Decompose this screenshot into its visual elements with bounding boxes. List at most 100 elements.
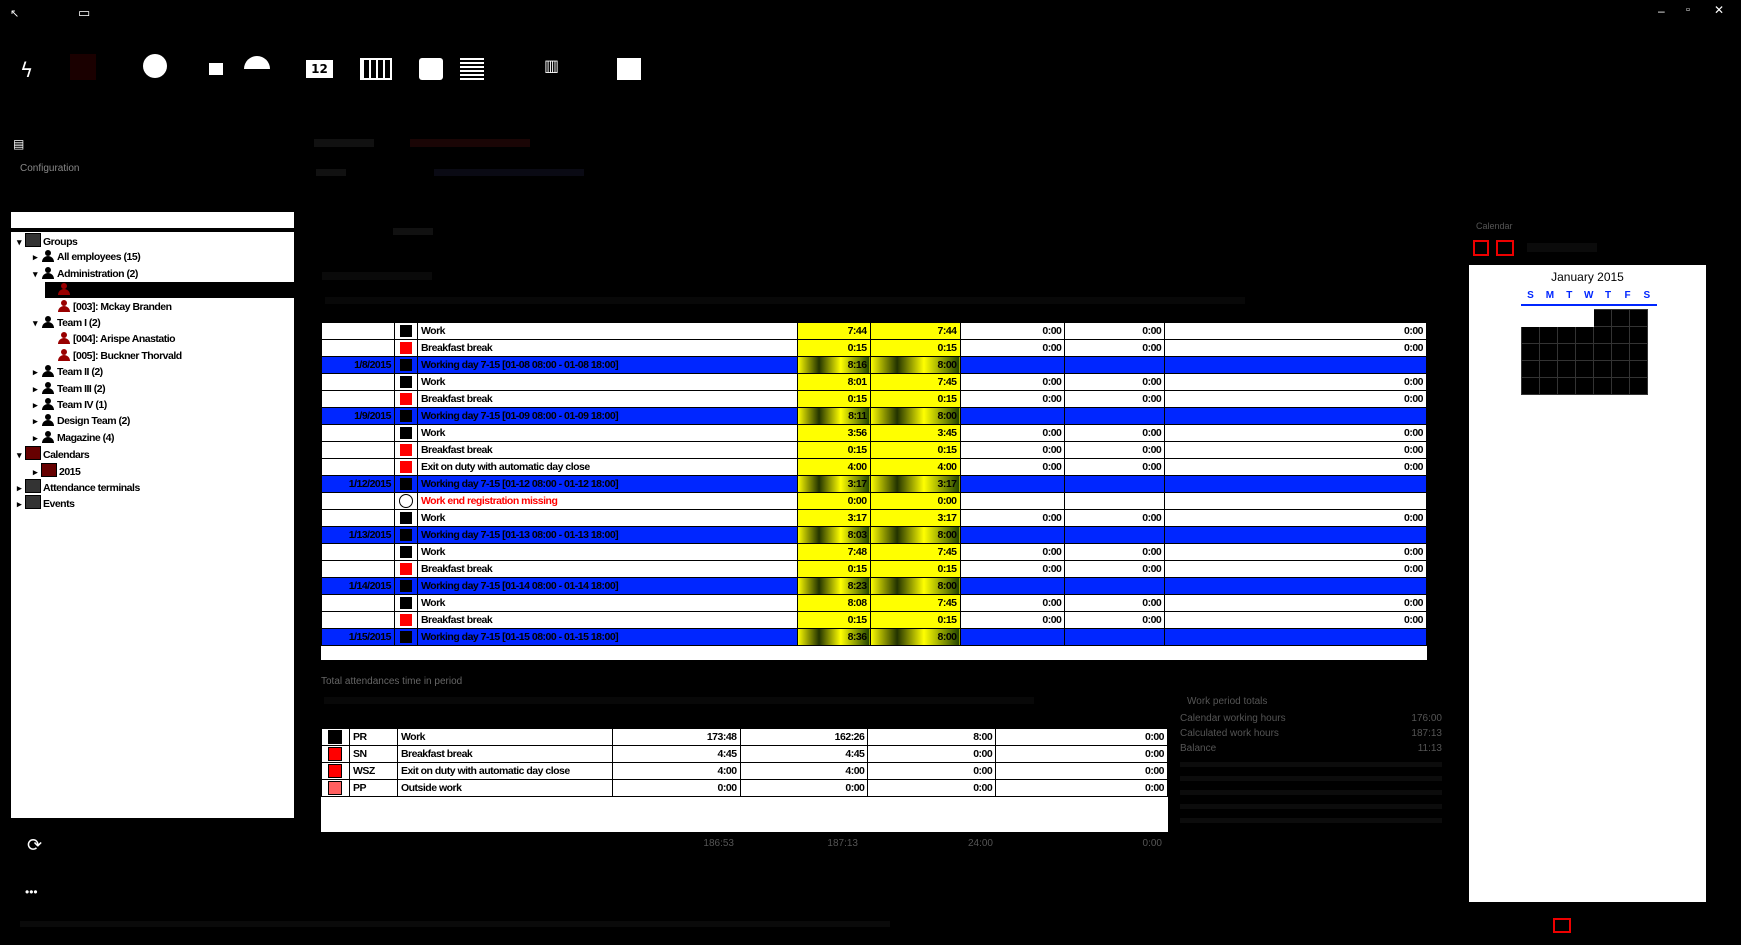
day-row[interactable]: 1/8/2015 Working day 7-15 [01-08 08:00 - …	[321, 356, 1427, 374]
tree-item[interactable]: ▸ Attendance terminals	[13, 479, 140, 495]
calendar-day-icon[interactable]	[209, 63, 223, 75]
tree-item[interactable]: ▸ Team II (2)	[29, 364, 103, 380]
calendar-day-cell[interactable]	[1521, 343, 1540, 361]
calendar-day-cell[interactable]	[1557, 326, 1576, 344]
tree-expander-icon[interactable]: ▾	[29, 266, 41, 282]
tree-expander-icon[interactable]: ▸	[29, 381, 41, 397]
tree-item[interactable]: [003]: Mckay Branden	[45, 299, 172, 315]
calendar-edit-button[interactable]	[1527, 243, 1597, 252]
totals-row[interactable]: SN Breakfast break 4:45 4:45 0:00 0:00	[321, 745, 1168, 763]
tree-search-input[interactable]	[11, 212, 294, 228]
day-row[interactable]: 1/9/2015 Working day 7-15 [01-09 08:00 - …	[321, 407, 1427, 425]
calendar-day-cell[interactable]	[1593, 360, 1612, 378]
day-row[interactable]: 1/13/2015 Working day 7-15 [01-13 08:00 -…	[321, 526, 1427, 544]
calendar-day-cell[interactable]	[1557, 360, 1576, 378]
entry-row[interactable]: Work 8:01 7:45 0:00 0:00 0:00	[321, 373, 1427, 391]
status-alert-icon[interactable]	[1553, 918, 1571, 933]
tree-expander-icon[interactable]: ▸	[29, 364, 41, 380]
calendar-day-cell[interactable]	[1611, 343, 1630, 361]
calendar-day-cell[interactable]	[1575, 377, 1594, 395]
calendar-day-cell[interactable]	[1539, 377, 1558, 395]
calendar-day-cell[interactable]	[1629, 360, 1648, 378]
entry-row[interactable]: Work 3:17 3:17 0:00 0:00 0:00	[321, 509, 1427, 527]
tree-item[interactable]: ▸ Team III (2)	[29, 381, 106, 397]
maximize-button[interactable]: ▫	[1686, 4, 1690, 16]
entry-row[interactable]: Breakfast break 0:15 0:15 0:00 0:00 0:00	[321, 611, 1427, 629]
entry-row[interactable]: Work 8:08 7:45 0:00 0:00 0:00	[321, 594, 1427, 612]
day-row[interactable]: 1/12/2015 Working day 7-15 [01-12 08:00 -…	[321, 475, 1427, 493]
tree-item[interactable]: ▾ Administration (2)	[29, 266, 138, 282]
calendar-day-cell[interactable]	[1593, 326, 1612, 344]
calendar-day-cell[interactable]	[1611, 377, 1630, 395]
day-row[interactable]: 1/15/2015 Working day 7-15 [01-15 08:00 -…	[321, 628, 1427, 646]
entry-row[interactable]: Breakfast break 0:15 0:15 0:00 0:00 0:00	[321, 441, 1427, 459]
tree-expander-icon[interactable]: ▸	[29, 464, 41, 480]
calendar-day-cell[interactable]	[1521, 309, 1540, 327]
refresh-icon[interactable]: ⟳	[27, 835, 42, 856]
gear-icon[interactable]	[419, 58, 443, 80]
tree-item[interactable]: ▸ Design Team (2)	[29, 413, 130, 429]
calendar-day-cell[interactable]	[1629, 377, 1648, 395]
calendar-day-cell[interactable]	[1557, 309, 1576, 327]
calendar-day-cell[interactable]	[1521, 377, 1540, 395]
calendar-day-cell[interactable]	[1521, 326, 1540, 344]
totals-row[interactable]: PP Outside work 0:00 0:00 0:00 0:00	[321, 779, 1168, 797]
attendance-grid[interactable]: Work 7:44 7:44 0:00 0:00 0:00 Breakfast break 0…	[321, 322, 1427, 660]
tree-item[interactable]: ▾ Groups	[13, 233, 78, 250]
tree-expander-icon[interactable]: ▸	[13, 480, 25, 496]
tree-item[interactable]	[45, 282, 294, 299]
tree-expander-icon[interactable]: ▸	[13, 496, 25, 512]
calendar-close-button[interactable]	[1473, 240, 1489, 256]
calendar-day-cell[interactable]	[1611, 326, 1630, 344]
flash-icon[interactable]: ϟ	[20, 58, 33, 82]
tree-expander-icon[interactable]: ▸	[29, 413, 41, 429]
clock-icon[interactable]	[143, 54, 167, 78]
pane-layout-icon[interactable]: ▤	[13, 137, 24, 151]
grid-icon[interactable]	[360, 58, 392, 80]
calendar-day-cell[interactable]	[1611, 309, 1630, 327]
entry-row[interactable]: Breakfast break 0:15 0:15 0:00 0:00 0:00	[321, 339, 1427, 357]
tree-item[interactable]: ▾ Calendars	[13, 446, 90, 463]
calendar-day-cell[interactable]	[1539, 309, 1558, 327]
calendar-day-cell[interactable]	[1539, 360, 1558, 378]
tree-item[interactable]: ▾ Team I (2)	[29, 315, 101, 331]
tree-expander-icon[interactable]: ▸	[29, 397, 41, 413]
calendar-day-cell[interactable]	[1593, 343, 1612, 361]
calendar-day-cell[interactable]	[1629, 326, 1648, 344]
calendar-day-cell[interactable]	[1593, 377, 1612, 395]
entry-row[interactable]: Exit on duty with automatic day close 4:0…	[321, 458, 1427, 476]
tree-item[interactable]: [004]: Arispe Anastatio	[45, 331, 176, 347]
totals-row[interactable]: PR Work 173:48 162:26 8:00 0:00	[321, 728, 1168, 746]
tree-expander-icon[interactable]: ▸	[29, 249, 41, 265]
tree-item[interactable]: ▸ 2015	[29, 462, 81, 480]
entry-row[interactable]: Work 7:48 7:45 0:00 0:00 0:00	[321, 543, 1427, 561]
entry-row[interactable]: Breakfast break 0:15 0:15 0:00 0:00 0:00	[321, 390, 1427, 408]
calendar-day-cell[interactable]	[1575, 360, 1594, 378]
list-icon[interactable]	[460, 58, 484, 80]
calendar-view-button[interactable]	[1496, 240, 1514, 256]
tree-item[interactable]: [005]: Buckner Thorvald	[45, 348, 182, 364]
calendar-days[interactable]	[1521, 309, 1648, 395]
calendar-day-cell[interactable]	[1629, 309, 1648, 327]
tree-expander-icon[interactable]: ▾	[13, 447, 25, 463]
calendar-day-cell[interactable]	[1557, 343, 1576, 361]
minimize-button[interactable]: –	[1658, 4, 1665, 18]
entry-row[interactable]: Work 3:56 3:45 0:00 0:00 0:00	[321, 424, 1427, 442]
calendar-day-cell[interactable]	[1557, 377, 1576, 395]
tree-expander-icon[interactable]: ▸	[29, 430, 41, 446]
totals-row[interactable]: WSZ Exit on duty with automatic day close…	[321, 762, 1168, 780]
entry-row[interactable]: Breakfast break 0:15 0:15 0:00 0:00 0:00	[321, 560, 1427, 578]
more-icon[interactable]: •••	[25, 885, 38, 899]
building-icon[interactable]: ▥	[544, 56, 559, 75]
totals-table[interactable]: PR Work 173:48 162:26 8:00 0:00 SN Breakfast br…	[321, 728, 1168, 832]
grid-toolbar[interactable]	[322, 272, 432, 280]
filter-tab[interactable]	[434, 169, 584, 176]
close-button[interactable]: ✕	[1714, 3, 1724, 17]
tree-expander-icon[interactable]: ▾	[29, 315, 41, 331]
tree-expander-icon[interactable]: ▾	[13, 234, 25, 250]
sliders-icon[interactable]	[617, 58, 641, 80]
calendar-day-cell[interactable]	[1539, 343, 1558, 361]
calendar-day-cell[interactable]	[1575, 343, 1594, 361]
entry-row[interactable]: Work 7:44 7:44 0:00 0:00 0:00	[321, 322, 1427, 340]
day-row[interactable]: 1/14/2015 Working day 7-15 [01-14 08:00 -…	[321, 577, 1427, 595]
